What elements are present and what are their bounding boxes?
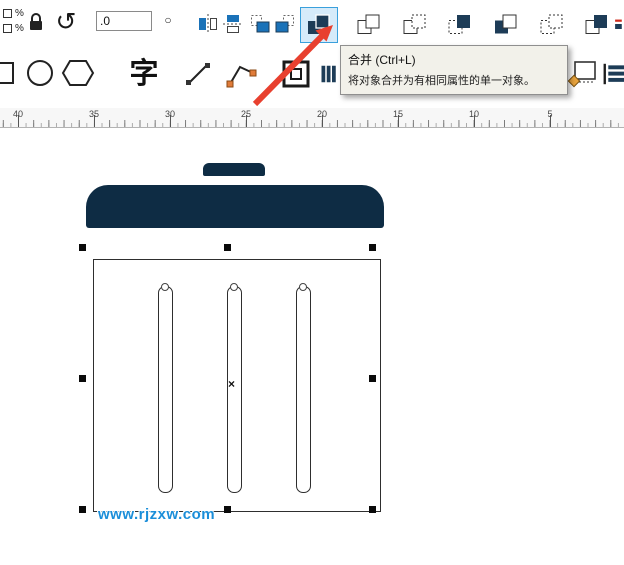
scale-v-label: % [15,23,24,34]
selection-handle[interactable] [79,375,86,382]
combine-button[interactable] [300,7,338,43]
selection-handle[interactable] [224,506,231,513]
selection-handle[interactable] [79,506,86,513]
scale-h-icon [3,9,12,18]
curve-node[interactable] [161,283,169,291]
trim-icon [403,14,426,34]
smart-fill-tool-icon [568,61,596,88]
mirror-horizontal-icon [198,14,217,34]
text-tool-icon: 字 [129,58,159,90]
scale-h-label: % [15,8,24,19]
lock-ratio-button[interactable] [26,7,46,37]
simplify-icon [495,14,517,33]
selection-center-mark[interactable]: × [228,377,235,391]
back-minus-front-button[interactable] [580,9,614,39]
text-tool[interactable]: 字 [126,56,162,92]
combine-icon [308,14,330,34]
weld-icon [357,14,380,34]
intersect-button[interactable] [443,9,477,39]
back-minus-front-icon [585,14,607,34]
distribute-icon [275,15,294,33]
artistic-media-tool-icon [282,60,310,88]
selection-handle[interactable] [369,375,376,382]
front-minus-back-button[interactable] [535,9,569,39]
horizontal-ruler[interactable]: 40 35 30 25 20 15 10 5 [0,108,624,128]
degree-icon: ○ [164,13,172,27]
freehand-tool[interactable] [182,57,214,91]
scale-v-icon [3,24,12,33]
watermark-text: www.rjzxw.com [98,506,216,523]
rectangle-tool[interactable] [0,56,16,90]
rotate-icon: ↺ [55,8,77,36]
selection-handle[interactable] [369,244,376,251]
paragraph-tool-icon [603,63,624,85]
distribute-button[interactable] [272,9,298,39]
front-minus-back-icon [540,14,563,34]
trashcan-lid-handle-shape[interactable] [203,163,265,176]
angle-input[interactable] [96,11,152,31]
weld-button[interactable] [352,9,386,39]
ruler-label: 20 [316,109,328,119]
freehand-tool-icon [186,63,210,85]
paragraph-tool[interactable] [602,56,624,92]
slot-shape[interactable] [158,286,173,493]
tooltip-title: 合并 (Ctrl+L) [348,53,416,67]
boundary-icon [615,19,622,29]
rotate-button[interactable]: ↺ [52,7,80,37]
polygon-tool-icon [61,60,95,86]
artistic-media-tool[interactable] [278,56,314,92]
polygon-tool[interactable] [60,55,96,91]
slot-shape[interactable] [296,286,311,493]
trashcan-lid-shape[interactable] [86,185,384,228]
align-icon [251,15,270,33]
ruler-label: 35 [88,109,100,119]
bezier-tool[interactable] [222,55,260,93]
ruler-label: 10 [468,109,480,119]
smart-fill-tool[interactable] [566,56,600,92]
rectangle-tool-icon [0,62,14,84]
selection-handle[interactable] [369,506,376,513]
selection-handle[interactable] [79,244,86,251]
scale-factor-group: % % [3,6,24,36]
ellipse-tool[interactable] [24,56,56,90]
align-button[interactable] [247,9,273,39]
ruler-label: 30 [164,109,176,119]
tooltip: 合并 (Ctrl+L) 将对象合并为有相同属性的单一对象。 [340,45,568,95]
degree-unit: ○ [160,9,176,31]
ruler-label: 5 [547,109,553,119]
scale-v-row[interactable]: % [3,21,24,36]
tooltip-description: 将对象合并为有相同属性的单一对象。 [348,75,535,87]
table-tool[interactable] [320,58,338,90]
table-tool-icon [321,65,336,83]
lock-icon [30,13,42,30]
ellipse-tool-icon [27,60,53,86]
ruler-label: 40 [12,109,24,119]
bezier-tool-icon [226,65,257,88]
mirror-vertical-icon [223,14,243,33]
app-window: % % ↺ ○ [0,0,624,565]
ruler-label: 15 [392,109,404,119]
curve-node[interactable] [230,283,238,291]
trim-button[interactable] [398,9,432,39]
mirror-vertical-button[interactable] [221,10,245,38]
intersect-icon [448,14,470,34]
mirror-horizontal-button[interactable] [196,10,220,38]
curve-node[interactable] [299,283,307,291]
scale-h-row[interactable]: % [3,6,24,21]
simplify-button[interactable] [489,9,523,39]
selection-handle[interactable] [224,244,231,251]
boundary-button[interactable] [614,9,624,39]
ruler-label: 25 [240,109,252,119]
